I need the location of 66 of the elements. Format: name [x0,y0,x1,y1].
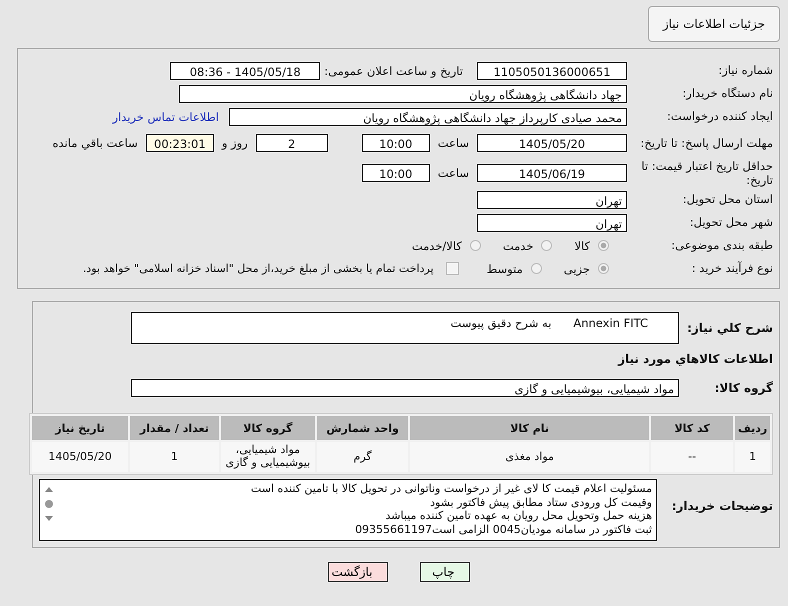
buyer-org-field: جهاد دانشگاهی پژوهشگاه رویان [179,84,627,102]
field-label: تاریخ و ساعت اعلان عمومی: [324,64,463,78]
print-button[interactable]: چاپ [420,562,470,582]
field-label: استان محل تحویل: [682,192,773,207]
field-label: شرح کلي نياز: [686,321,773,335]
table-cell: مواد مغذی [410,442,650,472]
radio-button[interactable] [541,240,552,251]
deadline-date-field: 1405/05/20 [477,134,627,152]
time-label: ساعت [438,166,469,180]
column-header: کد کالا [651,416,734,440]
province-field: تهران [477,190,627,208]
table-cell: مواد شیمیایی، بیوشیمیایی و گازی [220,442,316,472]
field-label: مهلت ارسال پاسخ: تا تاریخ: [639,136,773,150]
column-header: گروه کالا [220,416,316,440]
note-line: ثبت فاکتور در سامانه مودیان0045 الزامی است09355661197 [354,522,652,536]
table-cell: -- [651,442,734,472]
radio-label: متوسط [486,262,523,276]
section-heading: اطلاعات کالاهاي مورد نياز [616,352,773,366]
column-header: نام کالا [410,416,650,440]
remaining-time-field: 00:23:01 [146,134,214,152]
need-number-field: 1105050136000651 [477,62,627,80]
radio-label: کالا [574,238,590,252]
announce-date-field: 1405/05/18 - 08:36 [170,62,320,80]
radio-button[interactable] [598,240,609,251]
field-label: نام دستگاه خریدار: [681,86,773,101]
requester-field: محمد صیادی کارپرداز جهاد دانشگاهی پژوهشگاه رویان [229,108,627,126]
goods-group-field: مواد شیمیایی، بیوشیمیایی و گازی [131,378,679,396]
field-label: نوع فرآیند خرید : [690,261,773,276]
radio-label: جزیی [564,262,590,276]
description-field: Annexin FITC به شرح دقیق پیوست [131,312,679,344]
table-cell: 1 [130,442,219,472]
page-title: جزئیات اطلاعات نیاز [648,6,780,42]
field-label: ایجاد کننده درخواست: [666,109,773,124]
validity-time-field: 10:00 [362,164,430,182]
field-label: شماره نیاز: [717,63,773,78]
radio-button[interactable] [530,263,542,274]
remaining-label: ساعت باقي مانده [52,136,138,150]
radio-label: خدمت [502,238,534,252]
field-label: گروه کالا: [714,380,773,394]
time-label: ساعت [438,136,469,150]
field-label: حداقل تاریخ اعتبار قیمت: تا تاریخ: [640,158,773,188]
validity-date-field: 1405/06/19 [477,164,627,182]
radio-button[interactable] [470,240,481,251]
table-cell: 1405/05/20 [32,442,128,472]
note-line: وقیمت کل ورودی ستاد مطابق پیش فاکتور بشود [429,496,652,509]
note-line: مسئولیت اعلام قیمت کا لای غیر از درخواست وناتوانی در تحویل کالا با تامین کننده است [250,482,652,496]
deadline-time-field: 10:00 [362,134,430,152]
checkbox[interactable] [446,262,459,275]
field-label: طبقه بندی موضوعی: [670,238,773,253]
note-line: هزینه حمل وتحویل محل رویان به عهده تامین کننده میباشد [384,509,652,522]
table-cell: گرم [317,442,408,472]
field-label: توضیحات خریدار: [670,499,773,513]
checkbox-label: پرداخت تمام یا بخشی از مبلغ خرید،از محل "اسناد خزانه اسلامی" خواهد بود. [82,262,434,275]
field-label: شهر محل تحویل: [688,215,773,230]
city-field: تهران [477,214,627,232]
radio-button[interactable] [598,263,609,274]
days-field: 2 [256,134,328,152]
radio-label: کالا/خدمت [412,238,462,252]
column-header: واحد شمارش [317,416,408,440]
column-header: تعداد / مقدار [130,416,219,440]
table-cell: 1 [735,442,770,472]
column-header: تاریخ نیاز [32,416,128,440]
column-header: ردیف [735,416,770,440]
buyer-contact-link[interactable]: اطلاعات تماس خریدار [112,110,219,124]
days-label: روز و [222,136,248,150]
back-button[interactable]: بازگشت [328,562,388,582]
